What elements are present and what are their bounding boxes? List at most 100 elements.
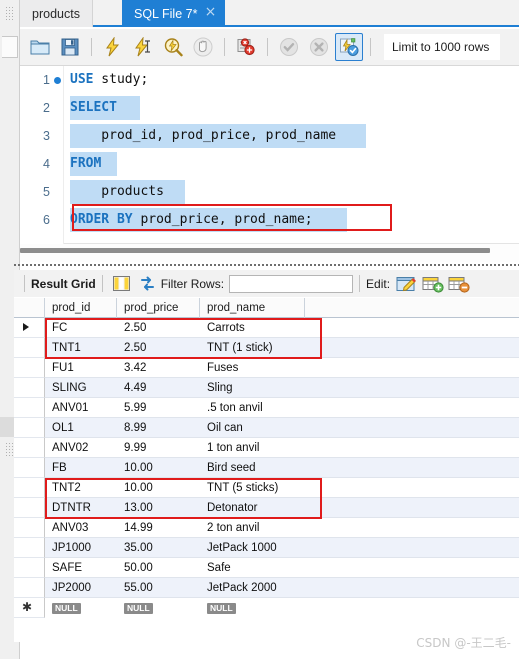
new-record-row[interactable]: ✱ NULL NULL NULL bbox=[14, 598, 519, 618]
table-row[interactable]: FC 2.50 Carrots bbox=[14, 318, 519, 338]
table-row[interactable]: FB 10.00 Bird seed bbox=[14, 458, 519, 478]
row-limit-dropdown[interactable]: Limit to 1000 rows bbox=[384, 34, 500, 60]
delete-row-button[interactable] bbox=[446, 273, 472, 295]
execute-statement-button[interactable] bbox=[99, 33, 127, 61]
row-header[interactable] bbox=[14, 498, 45, 518]
grid-cell-prod_id[interactable]: OL1 bbox=[45, 418, 117, 438]
horizontal-scrollbar[interactable] bbox=[20, 248, 490, 253]
breakpoint-marker-icon[interactable] bbox=[54, 77, 61, 84]
table-row[interactable]: SLING 4.49 Sling bbox=[14, 378, 519, 398]
sql-code-editor[interactable]: 1 USE study; 2 SELECT 3 prod_id, prod_price,… bbox=[20, 66, 519, 244]
row-header[interactable] bbox=[14, 518, 45, 538]
grid-cell-prod_name[interactable]: TNT (1 stick) bbox=[200, 338, 305, 358]
grid-cell-prod_price[interactable]: 35.00 bbox=[117, 538, 200, 558]
grid-cell-prod_id[interactable]: FB bbox=[45, 458, 117, 478]
row-header[interactable] bbox=[14, 378, 45, 398]
table-row[interactable]: JP1000 35.00 JetPack 1000 bbox=[14, 538, 519, 558]
grid-cell-prod_price[interactable]: 2.50 bbox=[117, 338, 200, 358]
grid-cell-prod_name[interactable]: .5 ton anvil bbox=[200, 398, 305, 418]
grid-cell-prod_id[interactable]: JP2000 bbox=[45, 578, 117, 598]
table-row[interactable]: ANV03 14.99 2 ton anvil bbox=[14, 518, 519, 538]
row-header[interactable] bbox=[14, 578, 45, 598]
stop-query-button[interactable] bbox=[189, 33, 217, 61]
row-header[interactable] bbox=[14, 458, 45, 478]
grid-cell-prod_price[interactable]: 2.50 bbox=[117, 318, 200, 338]
grid-cell-prod_price[interactable]: 5.99 bbox=[117, 398, 200, 418]
row-header[interactable] bbox=[14, 338, 45, 358]
grid-cell-prod_name[interactable]: 2 ton anvil bbox=[200, 518, 305, 538]
rail-collapse-handle[interactable] bbox=[2, 36, 18, 58]
table-row[interactable]: JP2000 55.00 JetPack 2000 bbox=[14, 578, 519, 598]
tab-products[interactable]: products bbox=[20, 0, 93, 27]
row-header[interactable] bbox=[14, 318, 45, 338]
grid-cell-prod_price[interactable]: 10.00 bbox=[117, 458, 200, 478]
code-line[interactable]: 6 ORDER BY prod_price, prod_name; bbox=[43, 206, 519, 234]
grid-cell-prod_id[interactable]: TNT2 bbox=[45, 478, 117, 498]
code-area[interactable]: 1 USE study; 2 SELECT 3 prod_id, prod_price,… bbox=[43, 66, 519, 244]
table-row[interactable]: ANV01 5.99.5 ton anvil bbox=[14, 398, 519, 418]
explain-query-button[interactable] bbox=[159, 33, 187, 61]
grid-cell-prod_id[interactable]: ANV01 bbox=[45, 398, 117, 418]
toggle-breakpoint-button[interactable] bbox=[232, 33, 260, 61]
grid-cell-prod_price[interactable]: 14.99 bbox=[117, 518, 200, 538]
grid-cell-prod_name[interactable]: Oil can bbox=[200, 418, 305, 438]
grid-cell-prod_name[interactable]: Bird seed bbox=[200, 458, 305, 478]
new-record-cell-prod_name[interactable]: NULL bbox=[200, 598, 305, 618]
grid-cell-prod_name[interactable]: TNT (5 sticks) bbox=[200, 478, 305, 498]
grid-view-toggle-button[interactable] bbox=[109, 273, 135, 295]
grid-cell-prod_price[interactable]: 55.00 bbox=[117, 578, 200, 598]
row-header[interactable] bbox=[14, 358, 45, 378]
grid-cell-prod_id[interactable]: ANV03 bbox=[45, 518, 117, 538]
grid-cell-prod_price[interactable]: 3.42 bbox=[117, 358, 200, 378]
grid-cell-prod_name[interactable]: Carrots bbox=[200, 318, 305, 338]
rail-grip-top-icon[interactable] bbox=[5, 6, 14, 20]
toggle-autocommit-button[interactable] bbox=[335, 33, 363, 61]
table-row[interactable]: TNT1 2.50 TNT (1 stick) bbox=[14, 338, 519, 358]
row-header[interactable] bbox=[14, 398, 45, 418]
save-sql-file-button[interactable] bbox=[56, 33, 84, 61]
code-line[interactable]: 1 USE study; bbox=[43, 66, 519, 94]
table-row[interactable]: ANV02 9.99 1 ton anvil bbox=[14, 438, 519, 458]
grid-cell-prod_price[interactable]: 9.99 bbox=[117, 438, 200, 458]
editor-results-splitter[interactable] bbox=[20, 244, 519, 262]
grid-body[interactable]: FC 2.50 Carrots TNT1 2.50 TNT (1 stick) FU1 3.4… bbox=[14, 318, 519, 618]
new-record-cell-prod_id[interactable]: NULL bbox=[45, 598, 117, 618]
grid-cell-prod_name[interactable]: Fuses bbox=[200, 358, 305, 378]
grid-cell-prod_price[interactable]: 50.00 bbox=[117, 558, 200, 578]
table-row[interactable]: DTNTR 13.00 Detonator bbox=[14, 498, 519, 518]
grid-column-header-prod_name[interactable]: prod_name bbox=[200, 298, 305, 318]
row-header[interactable] bbox=[14, 478, 45, 498]
grid-cell-prod_id[interactable]: DTNTR bbox=[45, 498, 117, 518]
close-icon[interactable]: × bbox=[203, 5, 217, 19]
execute-current-statement-button[interactable] bbox=[129, 33, 157, 61]
row-header[interactable] bbox=[14, 418, 45, 438]
row-header[interactable] bbox=[14, 438, 45, 458]
rail-grip-bottom-icon[interactable] bbox=[5, 442, 14, 456]
table-row[interactable]: SAFE 50.00 Safe bbox=[14, 558, 519, 578]
code-line[interactable]: 3 prod_id, prod_price, prod_name bbox=[43, 122, 519, 150]
open-sql-file-button[interactable] bbox=[26, 33, 54, 61]
code-line[interactable]: 4 FROM bbox=[43, 150, 519, 178]
edit-row-button[interactable] bbox=[394, 273, 420, 295]
row-header[interactable] bbox=[14, 558, 45, 578]
results-drag-handle[interactable] bbox=[14, 263, 519, 268]
commit-button[interactable] bbox=[275, 33, 303, 61]
grid-cell-prod_price[interactable]: 4.49 bbox=[117, 378, 200, 398]
grid-column-header-prod_id[interactable]: prod_id bbox=[45, 298, 117, 318]
grid-column-header-prod_price[interactable]: prod_price bbox=[117, 298, 200, 318]
grid-cell-prod_name[interactable]: JetPack 2000 bbox=[200, 578, 305, 598]
grid-cell-prod_id[interactable]: JP1000 bbox=[45, 538, 117, 558]
grid-cell-prod_id[interactable]: FU1 bbox=[45, 358, 117, 378]
grid-cell-prod_name[interactable]: Detonator bbox=[200, 498, 305, 518]
table-row[interactable]: FU1 3.42 Fuses bbox=[14, 358, 519, 378]
new-record-cell-prod_price[interactable]: NULL bbox=[117, 598, 200, 618]
grid-cell-prod_id[interactable]: ANV02 bbox=[45, 438, 117, 458]
grid-cell-prod_id[interactable]: TNT1 bbox=[45, 338, 117, 358]
grid-cell-prod_id[interactable]: SLING bbox=[45, 378, 117, 398]
rollback-button[interactable] bbox=[305, 33, 333, 61]
grid-cell-prod_id[interactable]: SAFE bbox=[45, 558, 117, 578]
table-row[interactable]: TNT2 10.00 TNT (5 sticks) bbox=[14, 478, 519, 498]
grid-cell-prod_price[interactable]: 13.00 bbox=[117, 498, 200, 518]
grid-cell-prod_id[interactable]: FC bbox=[45, 318, 117, 338]
grid-cell-prod_name[interactable]: JetPack 1000 bbox=[200, 538, 305, 558]
